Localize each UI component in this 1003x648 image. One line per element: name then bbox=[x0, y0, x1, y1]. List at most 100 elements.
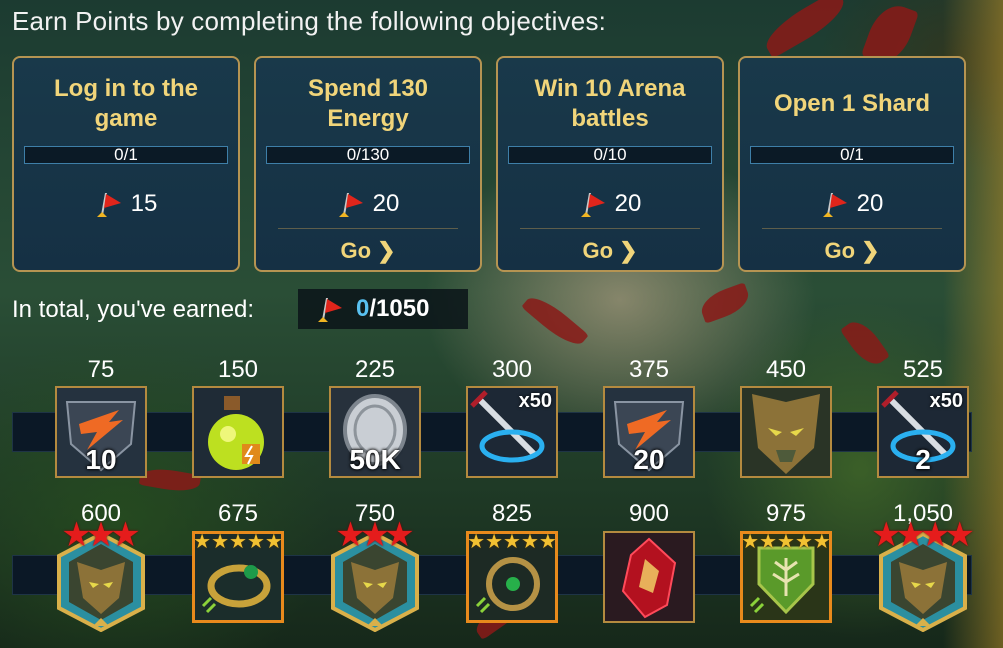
reward-quantity: 20 bbox=[633, 444, 665, 475]
objective-progress-text: 0/130 bbox=[346, 145, 390, 164]
flag-points-icon bbox=[338, 193, 363, 217]
reward-slot[interactable]: ★ ★ ★ ★ ★ bbox=[192, 531, 284, 623]
milestone-points: 525 bbox=[902, 356, 944, 383]
total-earned-label: In total, you've earned: bbox=[12, 296, 255, 323]
reward-slot[interactable]: 50K bbox=[329, 386, 421, 478]
objective-reward: 20 bbox=[498, 190, 722, 218]
milestone-points: 675 bbox=[217, 500, 259, 527]
reward-slot[interactable] bbox=[192, 386, 284, 478]
reward-slot[interactable]: 20 bbox=[603, 386, 695, 478]
go-label: Go bbox=[824, 238, 856, 263]
star-rating: ★ ★ ★ ★ bbox=[871, 518, 975, 552]
objective-progress-text: 0/10 bbox=[593, 145, 627, 164]
gold-star-icon: ★ bbox=[211, 531, 230, 553]
chevron-right-icon: ❯ bbox=[619, 238, 638, 263]
objective-progress-bar: 0/130 bbox=[266, 146, 470, 164]
reward-quantity: 10 bbox=[85, 444, 117, 475]
background-leaf bbox=[697, 282, 753, 324]
reward-slot[interactable]: ★ ★ ★ ★ bbox=[871, 518, 975, 633]
flag-points-icon bbox=[822, 193, 847, 217]
objective-title: Spend 130 Energy bbox=[307, 75, 429, 132]
reward-slot[interactable] bbox=[740, 386, 832, 478]
champion-portrait-icon bbox=[742, 388, 830, 476]
reward-slot[interactable]: 10 bbox=[55, 386, 147, 478]
gold-star-icon: ★ bbox=[264, 531, 283, 553]
go-button[interactable]: Go ❯ bbox=[256, 238, 480, 264]
go-label: Go bbox=[582, 238, 614, 263]
reward-slot[interactable]: ★ ★ ★ bbox=[55, 518, 147, 633]
objective-card: Win 10 Arena battles 0/10 20 Go ❯ bbox=[496, 56, 724, 272]
gold-star-icon: ★ bbox=[741, 531, 760, 553]
background-leaf bbox=[521, 290, 589, 352]
flag-points-icon bbox=[580, 193, 605, 217]
gold-star-icon: ★ bbox=[229, 531, 247, 553]
potion-flask-icon bbox=[194, 388, 282, 476]
objective-title: Win 10 Arena battles bbox=[534, 75, 686, 132]
objective-progress-bar: 0/10 bbox=[508, 146, 712, 164]
milestone-points: 225 bbox=[354, 356, 396, 383]
total-current: 0 bbox=[356, 295, 370, 322]
reward-slot[interactable] bbox=[603, 531, 695, 623]
go-button[interactable]: Go ❯ bbox=[740, 238, 964, 264]
go-button[interactable]: Go ❯ bbox=[498, 238, 722, 264]
star-rating: ★ ★ ★ ★ ★ bbox=[193, 531, 283, 553]
objective-card: Log in to the game 0/1 15 bbox=[12, 56, 240, 272]
total-earned-box: 0/1050 bbox=[298, 289, 468, 329]
flag-points-icon bbox=[96, 193, 121, 217]
chevron-right-icon: ❯ bbox=[861, 238, 880, 263]
page-headline: Earn Points by completing the following … bbox=[12, 6, 607, 36]
gold-star-icon: ★ bbox=[812, 531, 831, 553]
reward-slot[interactable]: x50 2 bbox=[877, 386, 969, 478]
star-rating: ★ ★ ★ ★ ★ bbox=[741, 531, 831, 553]
reward-slot[interactable]: ★ ★ ★ ★ ★ bbox=[740, 531, 832, 623]
red-star-icon: ★ bbox=[110, 516, 141, 554]
gold-star-icon: ★ bbox=[777, 531, 795, 553]
gold-star-icon: ★ bbox=[538, 531, 557, 553]
objective-reward-value: 15 bbox=[130, 190, 158, 217]
objective-reward-value: 20 bbox=[614, 190, 642, 217]
card-divider bbox=[520, 228, 700, 229]
gold-star-icon: ★ bbox=[794, 531, 813, 553]
reward-slot[interactable]: ★ ★ ★ ★ ★ bbox=[466, 531, 558, 623]
red-star-icon: ★ bbox=[944, 516, 975, 554]
gold-star-icon: ★ bbox=[467, 531, 486, 553]
red-crystal-icon bbox=[605, 533, 693, 621]
gold-star-icon: ★ bbox=[759, 531, 778, 553]
reward-multiplier: x50 bbox=[518, 390, 552, 412]
objective-reward: 20 bbox=[740, 190, 964, 218]
objective-reward: 15 bbox=[14, 190, 238, 218]
objective-title: Open 1 Shard bbox=[773, 90, 931, 117]
chevron-right-icon: ❯ bbox=[377, 238, 396, 263]
milestone-points: 975 bbox=[765, 500, 807, 527]
objective-title: Log in to the game bbox=[54, 75, 198, 132]
star-rating: ★ ★ ★ bbox=[55, 518, 147, 552]
objective-reward-value: 20 bbox=[856, 190, 884, 217]
red-star-icon: ★ bbox=[384, 516, 415, 554]
objective-reward-value: 20 bbox=[372, 190, 400, 217]
gold-star-icon: ★ bbox=[520, 531, 539, 553]
star-rating: ★ ★ ★ ★ ★ bbox=[467, 531, 557, 553]
gold-star-icon: ★ bbox=[246, 531, 265, 553]
objective-card: Spend 130 Energy 0/130 20 Go ❯ bbox=[254, 56, 482, 272]
total-max: /1050 bbox=[369, 295, 430, 322]
milestone-points: 900 bbox=[628, 500, 670, 527]
reward-slot[interactable]: ★ ★ ★ bbox=[329, 518, 421, 633]
background-leaf bbox=[759, 0, 851, 59]
card-divider bbox=[762, 228, 942, 229]
objective-progress-text: 0/1 bbox=[114, 145, 138, 164]
objective-card: Open 1 Shard 0/1 20 Go ❯ bbox=[738, 56, 966, 272]
reward-quantity: 50K bbox=[349, 444, 401, 475]
objective-progress-text: 0/1 bbox=[840, 145, 864, 164]
objective-progress-bar: 0/1 bbox=[24, 146, 228, 164]
milestone-points: 150 bbox=[217, 356, 259, 383]
milestone-points: 300 bbox=[491, 356, 533, 383]
gold-star-icon: ★ bbox=[503, 531, 521, 553]
reward-slot[interactable]: x50 bbox=[466, 386, 558, 478]
go-label: Go bbox=[340, 238, 372, 263]
objective-progress-bar: 0/1 bbox=[750, 146, 954, 164]
objective-reward: 20 bbox=[256, 190, 480, 218]
star-rating: ★ ★ ★ bbox=[329, 518, 421, 552]
milestone-points: 375 bbox=[628, 356, 670, 383]
gold-star-icon: ★ bbox=[193, 531, 212, 553]
reward-quantity: 2 bbox=[915, 444, 931, 475]
